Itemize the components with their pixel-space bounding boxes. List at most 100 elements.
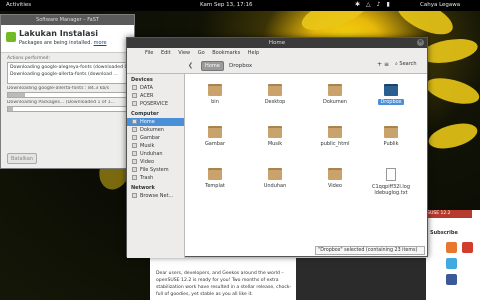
- rss-icon[interactable]: [446, 242, 457, 253]
- sidebar-item-video[interactable]: Video: [127, 158, 184, 166]
- system-tray[interactable]: ✱△♪▮: [355, 1, 396, 8]
- clock[interactable]: Kam Sep 13, 17:16: [200, 2, 252, 8]
- menu-view[interactable]: View: [178, 50, 190, 56]
- more-link[interactable]: more: [94, 40, 107, 46]
- log-line: Downloading google-allerta-fonts (downlo…: [10, 72, 118, 77]
- log-line: Downloading google-alegreya-fonts (downl…: [10, 65, 128, 70]
- battery-icon[interactable]: ▮: [387, 1, 396, 8]
- breadcrumb-home[interactable]: Home: [201, 61, 224, 71]
- googleplus-icon[interactable]: [462, 242, 473, 253]
- menu-file[interactable]: File: [145, 50, 153, 56]
- sidebar-item-dokumen[interactable]: Dokumen: [127, 126, 184, 134]
- installer-titlebar[interactable]: Software Manager – FaST: [1, 15, 134, 25]
- back-icon[interactable]: ❮: [188, 62, 193, 69]
- file-item-debuglog[interactable]: C1qqpiff32l.log ldebuglog.txt: [371, 168, 411, 196]
- computer-header: Computer: [131, 111, 159, 117]
- drive-icon: [132, 101, 137, 106]
- breadcrumb-dropbox[interactable]: Dropbox: [229, 63, 252, 69]
- folder-icon: [384, 126, 398, 138]
- network-header: Network: [131, 185, 155, 191]
- sidebar: Devices DATA ACER PQSERVICE Computer Hom…: [127, 74, 185, 258]
- folder-icon: [208, 84, 222, 96]
- network-icon[interactable]: △: [366, 1, 377, 8]
- menubar: File Edit View Go Bookmarks Help: [127, 48, 427, 58]
- installer-subtitle: Packages are being installed. more: [19, 40, 107, 46]
- devices-header: Devices: [131, 77, 153, 83]
- sidebar-item-data[interactable]: DATA: [127, 84, 184, 92]
- installer-window: Software Manager – FaST Lakukan Instalas…: [0, 14, 135, 169]
- folder-icon: [132, 127, 137, 132]
- article-paragraph: Dear users, developers, and Geekos aroun…: [156, 271, 292, 297]
- dropbox-folder-icon: [384, 84, 398, 96]
- packages-progress-fill: [8, 107, 13, 111]
- file-manager-window: Home ✕ File Edit View Go Bookmarks Help ❮…: [126, 37, 428, 258]
- activities-button[interactable]: Activities: [6, 2, 31, 8]
- file-item-desktop[interactable]: Desktop: [255, 84, 295, 105]
- bluetooth-icon[interactable]: ✱: [355, 1, 366, 8]
- packages-progress-bar: [7, 106, 128, 112]
- sidebar-item-network[interactable]: Browse Net...: [127, 192, 184, 200]
- package-icon: [6, 32, 16, 42]
- drive-icon: [132, 167, 137, 172]
- folder-icon: [268, 168, 282, 180]
- actions-label: Actions performed:: [7, 56, 50, 61]
- menu-help[interactable]: Help: [248, 50, 259, 56]
- close-icon[interactable]: ✕: [417, 39, 424, 46]
- menu-go[interactable]: Go: [198, 50, 205, 56]
- file-item-public-html[interactable]: public_html: [315, 126, 355, 147]
- sidebar-item-pqservice[interactable]: PQSERVICE: [127, 100, 184, 108]
- file-item-dokumen[interactable]: Dokumen: [315, 84, 355, 105]
- top-panel: Activities Kam Sep 13, 17:16 ✱△♪▮ Cahya …: [0, 0, 480, 11]
- facebook-icon[interactable]: [446, 274, 457, 285]
- twitter-icon[interactable]: [446, 258, 457, 269]
- sidebar-item-musik[interactable]: Musik: [127, 142, 184, 150]
- search-icon: ⌕: [395, 61, 398, 67]
- file-item-publik[interactable]: Publik: [371, 126, 411, 147]
- folder-icon: [132, 159, 137, 164]
- file-item-templat[interactable]: Templat: [195, 168, 235, 189]
- file-item-gambar[interactable]: Gambar: [195, 126, 235, 147]
- menu-edit[interactable]: Edit: [161, 50, 171, 56]
- subscribe-heading: Subscribe: [430, 230, 458, 236]
- sidebar-item-filesystem[interactable]: File System: [127, 166, 184, 174]
- article-image: [296, 258, 426, 300]
- sidebar-item-gambar[interactable]: Gambar: [127, 134, 184, 142]
- file-item-video[interactable]: Video: [315, 168, 355, 189]
- wallpaper-petal: [426, 118, 480, 154]
- user-menu[interactable]: Cahya Legawa: [420, 2, 460, 8]
- plus-icon[interactable]: +: [377, 61, 384, 68]
- menu-bookmarks[interactable]: Bookmarks: [212, 50, 240, 56]
- drive-icon: [132, 85, 137, 90]
- list-icon[interactable]: ≡: [384, 61, 391, 68]
- folder-icon: [268, 126, 282, 138]
- installer-header: Lakukan Instalasi Packages are being ins…: [1, 25, 134, 53]
- text-file-icon: [386, 168, 396, 181]
- zoom-controls[interactable]: +≡: [377, 61, 391, 68]
- sidebar-item-home[interactable]: Home: [127, 118, 184, 126]
- file-item-dropbox[interactable]: Dropbox: [371, 84, 411, 105]
- folder-icon: [268, 84, 282, 96]
- status-bar: "Dropbox" selected (containing 23 items): [315, 246, 425, 255]
- volume-icon[interactable]: ♪: [377, 1, 387, 8]
- progress-label: Downloading google-allerta-fonts : 84.3 …: [7, 86, 110, 91]
- folder-icon: [132, 143, 137, 148]
- search-button[interactable]: ⌕ Search: [395, 61, 417, 67]
- progress-bar: [7, 92, 128, 98]
- file-item-unduhan[interactable]: Unduhan: [255, 168, 295, 189]
- trash-icon: [132, 175, 137, 180]
- cancel-button[interactable]: Batalkan: [7, 153, 37, 164]
- actions-log[interactable]: Downloading google-alegreya-fonts (downl…: [7, 62, 128, 84]
- folder-icon: [208, 168, 222, 180]
- folder-icon: [132, 151, 137, 156]
- file-item-bin[interactable]: bin: [195, 84, 235, 105]
- wallpaper-petal: [423, 73, 480, 109]
- sidebar-item-trash[interactable]: Trash: [127, 174, 184, 182]
- file-grid: bin Desktop Dokumen Dropbox Gambar Musik…: [189, 78, 427, 254]
- file-manager-titlebar[interactable]: Home ✕: [127, 38, 427, 48]
- folder-icon: [132, 135, 137, 140]
- sidebar-item-unduhan[interactable]: Unduhan: [127, 150, 184, 158]
- file-item-musik[interactable]: Musik: [255, 126, 295, 147]
- sidebar-item-acer[interactable]: ACER: [127, 92, 184, 100]
- folder-icon: [328, 84, 342, 96]
- packages-label: Downloading Packages... (Downloaded 1 of…: [7, 100, 116, 105]
